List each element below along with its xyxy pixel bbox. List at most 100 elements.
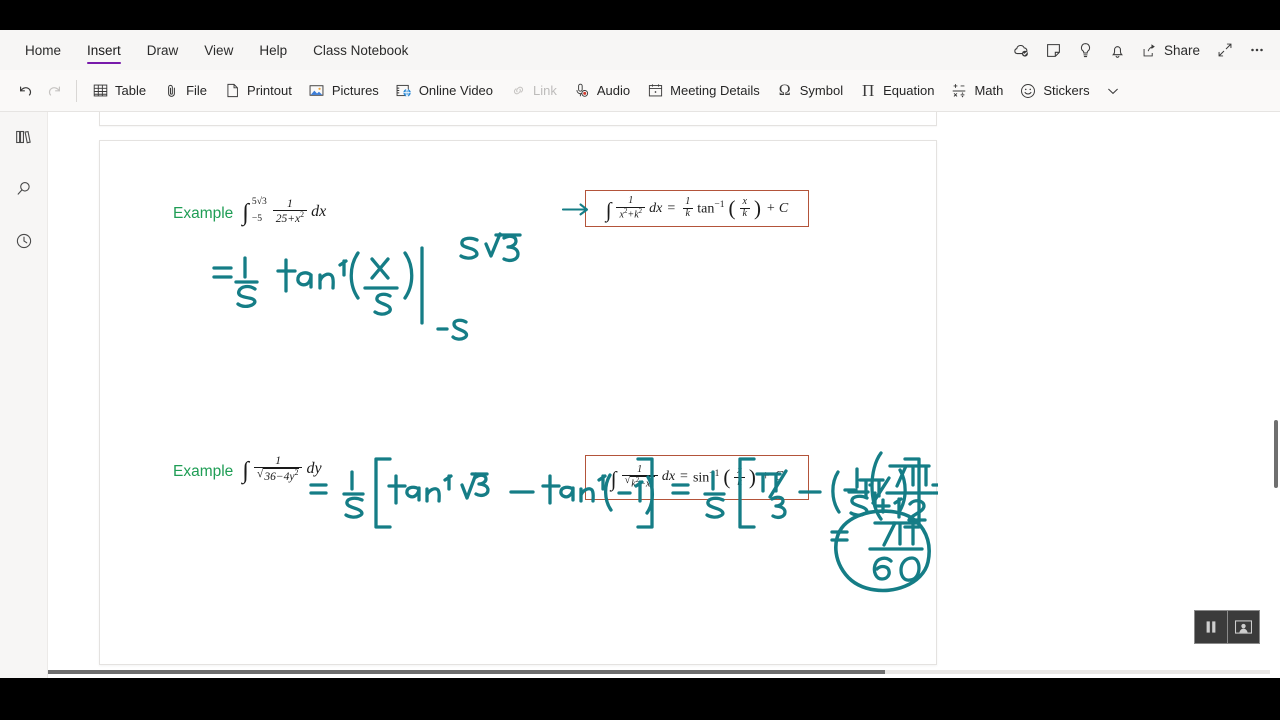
math-button[interactable]: Math <box>942 75 1011 107</box>
presenter-view-button[interactable] <box>1227 611 1259 643</box>
insert-printout-button[interactable]: Printout <box>215 75 300 107</box>
ribbon-label: Printout <box>247 83 292 98</box>
pause-button[interactable] <box>1195 611 1227 643</box>
undo-icon <box>16 82 34 100</box>
ribbon-label: Equation <box>883 83 935 98</box>
tab-draw[interactable]: Draw <box>134 30 192 70</box>
stickers-button[interactable]: Stickers <box>1011 75 1097 107</box>
integral-limits: 5√3 −5 <box>251 196 267 224</box>
math-icon <box>950 82 968 100</box>
calendar-icon <box>646 82 664 100</box>
argument-fraction: x k <box>739 196 750 220</box>
tab-insert[interactable]: Insert <box>74 30 134 70</box>
denominator: √ 36−4y2 <box>253 467 303 483</box>
lightbulb-icon[interactable] <box>1071 35 1101 65</box>
sticky-note-icon[interactable] <box>1039 35 1069 65</box>
page-canvas[interactable]: Example ∫ 5√3 −5 1 25+x2 dx Example ∫ 1 … <box>48 112 1280 678</box>
denominator: k <box>682 208 693 220</box>
search-icon[interactable] <box>9 174 39 204</box>
ribbon-label: Stickers <box>1043 83 1090 98</box>
differential: dx <box>649 200 663 216</box>
audio-icon <box>573 82 591 100</box>
insert-equation-button[interactable]: Π Equation <box>851 75 942 107</box>
arcsin-function: sin−1 <box>692 468 720 486</box>
example-2-line: Example ∫ 1 √ 36−4y2 dy <box>173 455 322 483</box>
bell-icon[interactable] <box>1103 35 1133 65</box>
ribbon-label: Audio <box>596 83 631 98</box>
argument-parens: ( <box>723 465 731 490</box>
expand-icon[interactable] <box>1210 35 1240 65</box>
tab-label: Insert <box>87 42 121 58</box>
ellipsis-icon[interactable] <box>1242 35 1272 65</box>
vertical-scrollbar-thumb[interactable] <box>1274 420 1278 488</box>
ribbon-overflow-button[interactable] <box>1098 75 1128 107</box>
onenote-window: Home Insert Draw View Help Class Noteboo… <box>0 30 1280 678</box>
denominator: k <box>739 208 750 220</box>
upper-limit: 5√3 <box>251 196 267 207</box>
numerator: x <box>742 196 747 208</box>
pointer-arrow <box>561 199 592 224</box>
inverse-exponent: −1 <box>709 468 720 479</box>
formula-reference-box-1[interactable]: ∫ 1 x2+k2 dx = 1 k tan−1 (x k) + C <box>585 190 809 227</box>
horizontal-scrollbar-thumb[interactable] <box>48 670 886 674</box>
formula-2-expression: ∫ 1 √ k2−x2 dx = sin−1 (x k) + C <box>610 464 784 492</box>
integral-sign: ∫ <box>605 198 612 223</box>
denominator: √ k2−x2 <box>621 475 658 490</box>
differential: dx <box>661 469 676 485</box>
note-page[interactable]: Example ∫ 5√3 −5 1 25+x2 dx Example ∫ 1 … <box>99 140 938 665</box>
tab-view[interactable]: View <box>191 30 246 70</box>
insert-table-button[interactable]: Table <box>83 75 154 107</box>
meeting-details-button[interactable]: Meeting Details <box>638 75 768 107</box>
share-label: Share <box>1163 42 1200 58</box>
ribbon-label: Meeting Details <box>670 83 760 98</box>
horizontal-scrollbar-track[interactable] <box>48 670 1270 674</box>
integral-sign: ∫ <box>610 467 617 492</box>
insert-pictures-button[interactable]: Pictures <box>300 75 387 107</box>
formula-reference-box-2[interactable]: ∫ 1 √ k2−x2 dx = sin−1 (x k) + C <box>585 455 809 500</box>
numerator: 1 <box>287 198 293 211</box>
table-icon <box>91 82 109 100</box>
differential: dx <box>311 202 327 220</box>
formula-1-expression: ∫ 1 x2+k2 dx = 1 k tan−1 (x k) + C <box>606 196 789 221</box>
integrand-fraction: 1 √ k2−x2 <box>621 464 658 491</box>
denominator: x2+k2 <box>616 206 646 221</box>
ribbon-label: Pictures <box>331 83 379 98</box>
recent-icon[interactable] <box>9 226 39 256</box>
example-1-label: Example <box>173 205 234 223</box>
ribbon-label: File <box>186 83 208 98</box>
left-navigation-rail <box>0 112 48 678</box>
tab-help[interactable]: Help <box>246 30 300 70</box>
insert-online-video-button[interactable]: Online Video <box>387 75 501 107</box>
smiley-icon <box>1019 82 1037 100</box>
ribbon-divider <box>76 79 77 102</box>
workspace: Example ∫ 5√3 −5 1 25+x2 dx Example ∫ 1 … <box>0 112 1280 678</box>
cloud-saved-icon[interactable] <box>1007 35 1037 65</box>
paperclip-icon <box>162 82 180 100</box>
tab-home[interactable]: Home <box>12 30 74 70</box>
integration-constant: + C <box>760 469 784 485</box>
example-2-expression: ∫ 1 √ 36−4y2 dy <box>242 455 321 483</box>
square-root: √ 36−4y2 <box>256 467 300 483</box>
redo-icon <box>46 82 64 100</box>
insert-audio-button[interactable]: Audio <box>565 75 638 107</box>
insert-symbol-button[interactable]: Ω Symbol <box>768 75 851 107</box>
share-button[interactable]: Share <box>1135 35 1208 65</box>
coefficient-fraction: 1 k <box>682 197 693 219</box>
numerator: 1 <box>628 195 634 207</box>
online-video-icon <box>395 82 413 100</box>
tab-class-notebook[interactable]: Class Notebook <box>300 30 421 70</box>
differential: dy <box>306 459 322 477</box>
example-1-expression: ∫ 5√3 −5 1 25+x2 dx <box>242 196 327 225</box>
example-1-line: Example ∫ 5√3 −5 1 25+x2 dx <box>173 196 327 225</box>
share-icon <box>1141 41 1159 59</box>
tab-label: Class Notebook <box>313 42 409 58</box>
argument-parens: ) <box>753 196 761 221</box>
insert-file-button[interactable]: File <box>154 75 215 107</box>
notebooks-icon[interactable] <box>9 122 39 152</box>
ribbon-label: Symbol <box>799 83 844 98</box>
numerator: x <box>737 465 742 477</box>
numerator: 1 <box>275 455 282 467</box>
undo-button[interactable] <box>10 75 40 107</box>
numerator: 1 <box>685 196 691 208</box>
ribbon-label: Online Video <box>418 83 494 98</box>
